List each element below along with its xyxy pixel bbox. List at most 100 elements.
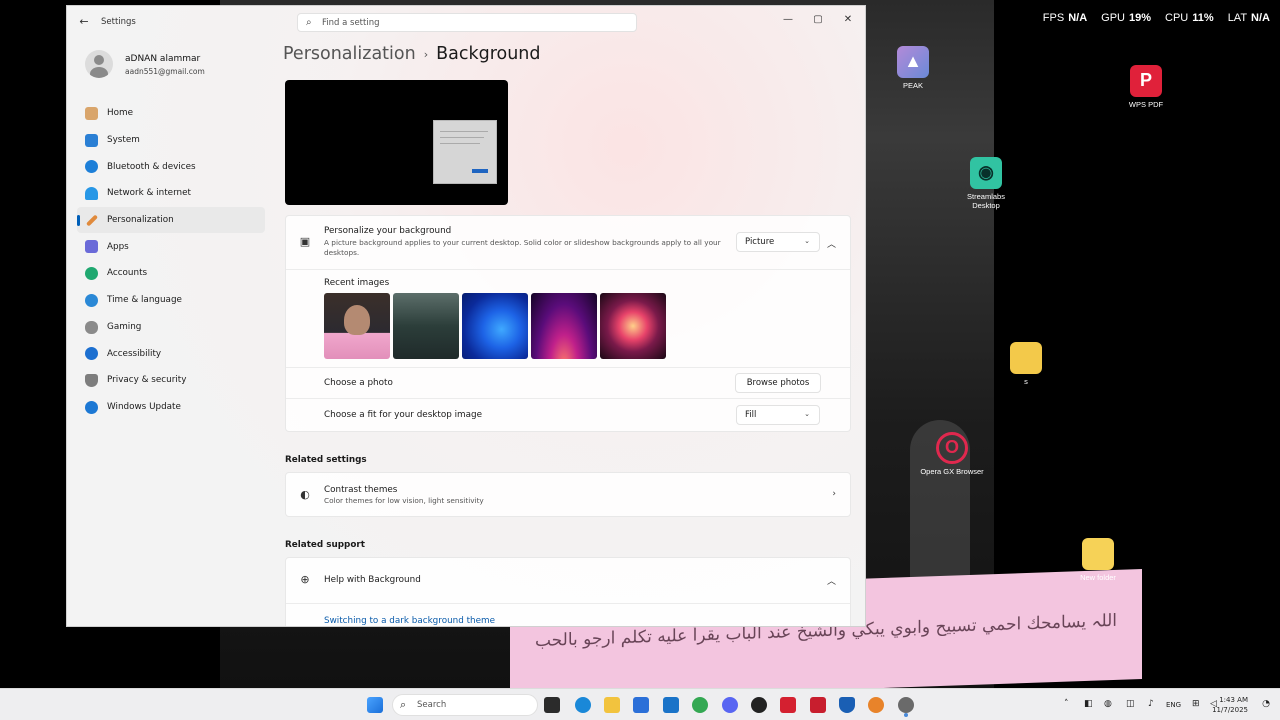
settings-search[interactable]: ⌕ <box>297 13 637 32</box>
tray-app-icon[interactable]: ◫ <box>1126 699 1135 709</box>
store-icon[interactable] <box>633 697 649 713</box>
sidebar-item-personalization[interactable]: Personalization <box>77 206 265 234</box>
obs-icon[interactable] <box>751 697 767 713</box>
network-icon[interactable]: ⊞ <box>1192 699 1200 709</box>
fit-dropdown[interactable]: Fill ⌄ <box>736 405 820 425</box>
preview-dialog-button <box>472 169 488 173</box>
accessibility-icon <box>85 347 98 361</box>
sidebar-item-label: Home <box>107 108 133 119</box>
globe-icon: ⊕ <box>300 573 310 586</box>
fps-readout: FPS N/A <box>1042 12 1088 24</box>
sidebar-item-label: Privacy & security <box>107 375 187 386</box>
help-background-row[interactable]: ⊕ Help with Background ︿ <box>286 558 850 603</box>
app-red-2-icon[interactable] <box>810 697 826 713</box>
maximize-button[interactable]: ▢ <box>803 10 833 30</box>
clock-date: 11/7/2025 <box>1212 706 1248 714</box>
security-shield-icon[interactable] <box>839 697 855 713</box>
desktop-icon-folder-s[interactable]: s <box>994 342 1058 386</box>
chevron-down-icon: ⌄ <box>804 237 810 245</box>
sidebar-item-label: Gaming <box>107 321 142 332</box>
contrast-themes-card[interactable]: ◐ Contrast themes Color themes for low v… <box>285 472 851 517</box>
chevron-up-icon[interactable]: ˄ <box>1064 699 1069 709</box>
notification-bell-icon[interactable]: ◔ <box>1262 699 1270 709</box>
clock[interactable]: 1:43 AM 11/7/2025 <box>1212 695 1248 715</box>
sidebar-item-apps[interactable]: Apps <box>77 233 265 260</box>
user-email: aadn551@gmail.com <box>125 67 205 76</box>
fit-label: Choose a fit for your desktop image <box>324 410 483 420</box>
sidebar-item-accessibility[interactable]: Accessibility <box>77 340 265 367</box>
recent-image-thumbnail[interactable] <box>462 293 528 359</box>
lat-readout: LAT N/A <box>1227 12 1270 24</box>
desktop-icon-label: s <box>1024 377 1028 386</box>
back-arrow-icon[interactable]: ← <box>77 15 91 29</box>
chevron-up-icon[interactable]: ︿ <box>827 574 836 587</box>
sidebar-item-home[interactable]: Home <box>77 100 265 127</box>
outlook-icon[interactable] <box>663 697 679 713</box>
paintbrush-icon <box>85 214 99 227</box>
folder-icon <box>1010 342 1042 374</box>
desktop-icon-streamlabs[interactable]: ◉ Streamlabs Desktop <box>954 157 1018 210</box>
sidebar-item-system[interactable]: System <box>77 127 265 154</box>
microphone-icon[interactable]: ♪ <box>1148 699 1154 709</box>
help-background-card: ⊕ Help with Background ︿ Switching to a … <box>285 557 851 626</box>
clock-time: 1:43 AM <box>1219 696 1248 704</box>
desktop-icon-new-folder[interactable]: New folder <box>1066 538 1130 582</box>
settings-gear-icon[interactable] <box>898 697 914 713</box>
avatar <box>85 50 113 78</box>
user-name: aDNAN alammar <box>125 54 201 64</box>
breadcrumb-parent[interactable]: Personalization <box>283 44 416 64</box>
sidebar-item-windows-update[interactable]: Windows Update <box>77 394 265 421</box>
desktop-icon-opera-gx[interactable]: O Opera GX Browser <box>920 432 984 476</box>
desktop-icon-label: Opera GX Browser <box>920 467 984 476</box>
dark-background-help-link[interactable]: Switching to a dark background theme <box>324 616 495 626</box>
recent-image-thumbnail[interactable] <box>531 293 597 359</box>
start-button-windows-icon[interactable] <box>367 697 383 713</box>
browse-photos-button[interactable]: Browse photos <box>735 373 821 393</box>
sidebar-item-label: Accessibility <box>107 348 162 359</box>
recent-image-thumbnail[interactable] <box>393 293 459 359</box>
app-orange-icon[interactable] <box>868 697 884 713</box>
sidebar-item-privacy[interactable]: Privacy & security <box>77 367 265 394</box>
sidebar-item-label: Apps <box>107 241 129 252</box>
shield-icon <box>85 373 98 387</box>
title-bar: ← Settings ⌕ — ▢ ✕ <box>67 6 865 38</box>
choose-photo-label: Choose a photo <box>324 378 393 388</box>
sidebar-item-gaming[interactable]: Gaming <box>77 314 265 341</box>
discord-icon[interactable] <box>722 697 738 713</box>
chrome-icon[interactable] <box>692 697 708 713</box>
tray-app-icon[interactable]: ◧ <box>1084 699 1093 709</box>
contrast-themes-title: Contrast themes <box>324 485 398 495</box>
sidebar-item-time-language[interactable]: Time & language <box>77 287 265 314</box>
recent-image-thumbnail[interactable] <box>324 293 390 359</box>
task-view-icon[interactable] <box>544 697 560 713</box>
desktop-icon-label: Streamlabs Desktop <box>967 192 1005 210</box>
settings-search-input[interactable] <box>322 16 622 30</box>
choose-photo-row: Choose a photo Browse photos <box>286 367 850 398</box>
edge-browser-icon[interactable] <box>575 697 591 713</box>
system-icon <box>85 133 98 147</box>
personalize-background-row[interactable]: ▣ Personalize your background A picture … <box>286 216 850 269</box>
sidebar-item-bluetooth[interactable]: Bluetooth & devices <box>77 153 265 180</box>
minimize-button[interactable]: — <box>773 10 803 30</box>
sidebar-item-network[interactable]: Network & internet <box>77 180 265 207</box>
tray-app-icon[interactable]: ◍ <box>1104 699 1112 709</box>
chevron-up-icon[interactable]: ︿ <box>827 237 836 250</box>
recent-images-label: Recent images <box>324 278 390 288</box>
language-indicator[interactable]: ENG <box>1166 701 1181 709</box>
bluetooth-icon <box>85 160 98 174</box>
chevron-down-icon: ⌄ <box>804 410 810 418</box>
desktop-icon-peak[interactable]: ▲ PEAK <box>881 46 945 90</box>
desktop-icon-wps-pdf[interactable]: P WPS PDF <box>1114 65 1178 109</box>
close-button[interactable]: ✕ <box>833 10 863 30</box>
settings-window: ← Settings ⌕ — ▢ ✕ aDNAN alammar aadn551… <box>66 5 866 627</box>
help-background-title: Help with Background <box>324 575 421 585</box>
app-red-icon[interactable] <box>780 697 796 713</box>
background-type-dropdown[interactable]: Picture ⌄ <box>736 232 820 252</box>
recent-image-thumbnail[interactable] <box>600 293 666 359</box>
user-profile[interactable]: aDNAN alammar aadn551@gmail.com <box>77 46 277 86</box>
file-explorer-icon[interactable] <box>604 697 620 713</box>
sidebar-item-accounts[interactable]: Accounts <box>77 260 265 287</box>
taskbar: ⌕ Search ˄ ◧ ◍ ◫ ♪ ENG ⊞ ◁ 1:43 AM 11/7/… <box>0 688 1280 720</box>
taskbar-search[interactable]: ⌕ Search <box>392 694 538 716</box>
sidebar-item-label: System <box>107 135 140 146</box>
